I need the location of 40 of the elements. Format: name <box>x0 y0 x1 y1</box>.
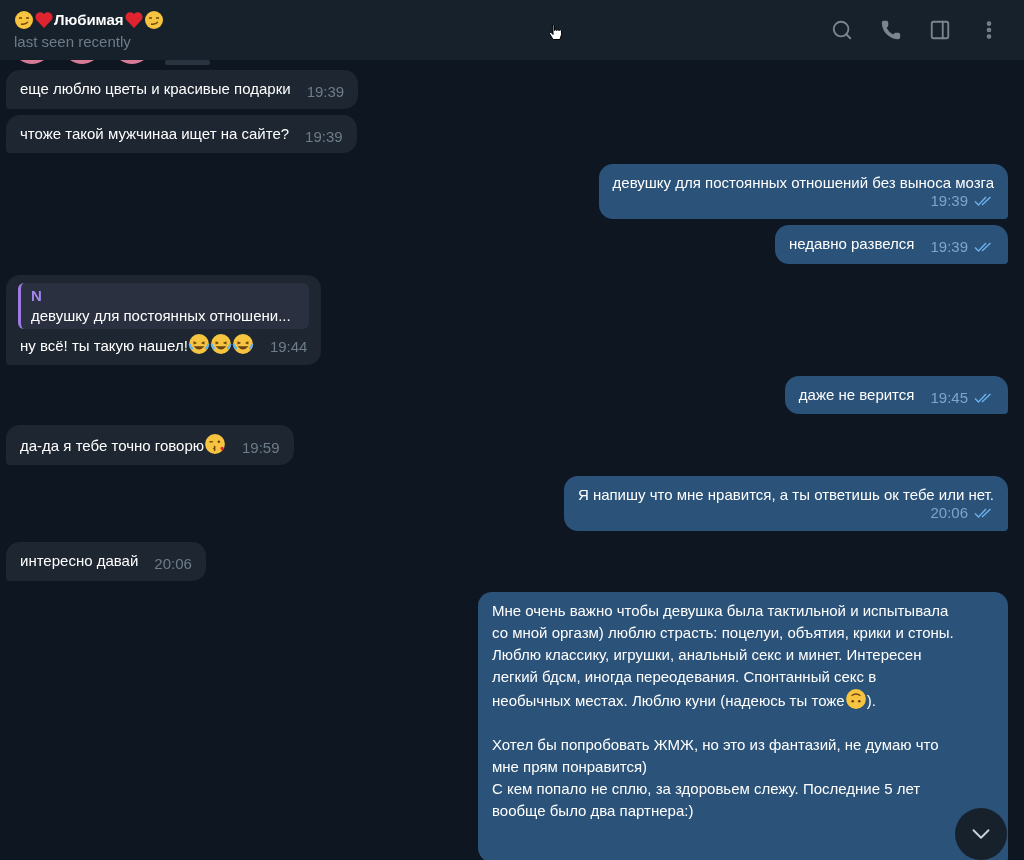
kissing-face-icon <box>204 433 226 455</box>
message-time: 19:39 <box>305 126 343 147</box>
message-time: 19:39 <box>930 191 968 211</box>
laughing-face-icon <box>209 332 232 355</box>
message-time: 19:45 <box>930 387 968 408</box>
laughing-face-icon <box>231 332 254 355</box>
message-time: 19:44 <box>269 337 308 358</box>
message-text: Я напишу что мне нравится, а ты ответишь ок тебе или нет. <box>577 485 994 505</box>
message-text: ну всё! ты такую нашел! <box>20 332 254 357</box>
message-time: 19:39 <box>306 82 345 102</box>
reply-text: девушку для постоянных отношени... <box>31 305 292 326</box>
message-time: 20:06 <box>930 503 968 523</box>
search-icon[interactable] <box>831 19 853 41</box>
double-check-icon <box>974 195 994 207</box>
message-text: еще люблю цветы и красивые подарки <box>20 79 291 100</box>
heart-icon <box>123 10 144 30</box>
message-time: 19:39 <box>930 237 968 257</box>
message-text: чтоже такой мужчинаа ищет на сайте? <box>20 123 290 144</box>
double-check-icon <box>974 391 994 404</box>
message-time: 19:59 <box>242 437 280 458</box>
message-text: да-да я тебе точно говорю <box>20 433 226 457</box>
message-text: недавно развелся <box>788 234 915 255</box>
chat-status: last seen recently <box>14 32 132 52</box>
message-text: интересно давай <box>20 551 139 572</box>
message-time: 20:06 <box>154 554 192 574</box>
message-text: Мне очень важно чтобы девушка была тактильной и испытывала со мной оргазм) люблю страсть: поцелуи, объятия, крики и стоны. Люблю классику, игрушки, анальный секс и минет. Интересен легкий бдсм, иногда переодевания. Спонтанный секс в необычных местах. Люблю куни (надеюсь ты тоже ). Хотел бы попробовать ЖМЖ, но это из фантазий, не думаю что мне прям понравится) С кем попало не сплю, за здоровьем слежу. Последние 5 лет вообще было два партнера:) <box>492 600 955 821</box>
double-check-icon <box>974 507 994 519</box>
hand-cursor-icon <box>549 24 563 42</box>
heart-icon <box>34 10 54 30</box>
side-panel-icon[interactable] <box>929 19 951 41</box>
message-text: девушку для постоянных отношений без выноса мозга <box>612 173 994 193</box>
smirk-face-icon <box>14 10 34 30</box>
reply-author: N <box>31 285 43 306</box>
upside-down-face-icon <box>844 687 867 710</box>
phone-icon[interactable] <box>880 19 902 41</box>
smirk-face-icon <box>143 10 164 30</box>
message-text: даже не верится <box>798 384 915 405</box>
laughing-face-icon <box>187 332 210 355</box>
chat-title: Любимая <box>54 10 124 30</box>
double-check-icon <box>974 241 994 254</box>
